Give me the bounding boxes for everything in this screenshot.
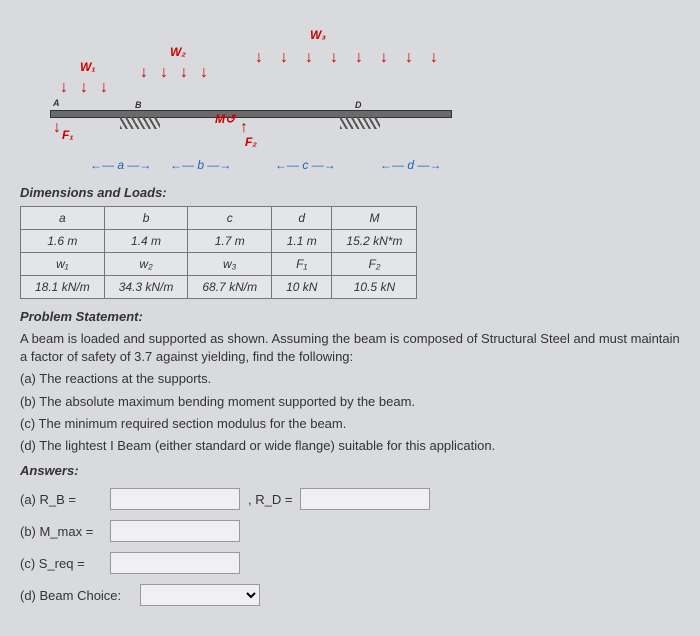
hdr-f1: F₁ — [272, 253, 332, 276]
table-row: w₁ w₂ w₃ F₁ F₂ — [21, 253, 417, 276]
rd-input[interactable] — [300, 488, 430, 510]
rb-input[interactable] — [110, 488, 240, 510]
hdr-w1: w₁ — [21, 253, 105, 276]
w3-label: W₃ — [310, 28, 326, 42]
beam-choice-select[interactable] — [140, 584, 260, 606]
val-w3: 68.7 kN/m — [188, 276, 272, 299]
hdr-d: d — [272, 207, 332, 230]
problem-heading: Problem Statement: — [20, 309, 680, 324]
hdr-f2: F₂ — [332, 253, 417, 276]
part-a: (a) The reactions at the supports. — [20, 370, 680, 388]
table-row: 18.1 kN/m 34.3 kN/m 68.7 kN/m 10 kN 10.5… — [21, 276, 417, 299]
hdr-w3: w₃ — [188, 253, 272, 276]
node-d: D — [355, 100, 362, 110]
node-b: B — [135, 100, 142, 110]
beam-body — [50, 110, 452, 118]
beam-diagram: ↓ ↓ ↓ W₁ ↓ ↓ ↓ ↓ W₂ ↓ ↓ ↓ ↓ ↓ ↓ ↓ ↓ W₃ M… — [20, 20, 460, 175]
table-row: a b c d M — [21, 207, 417, 230]
hdr-w2: w₂ — [104, 253, 188, 276]
answers-heading: Answers: — [20, 463, 680, 478]
dimensions-table: a b c d M 1.6 m 1.4 m 1.7 m 1.1 m 15.2 k… — [20, 206, 417, 299]
val-w2: 34.3 kN/m — [104, 276, 188, 299]
ans-d-label: (d) Beam Choice: — [20, 588, 140, 603]
w1-label: W₁ — [80, 60, 96, 74]
val-m: 15.2 kN*m — [332, 230, 417, 253]
val-c: 1.7 m — [188, 230, 272, 253]
ans-a-rd-label: , R_D = — [248, 492, 292, 507]
val-d: 1.1 m — [272, 230, 332, 253]
sreq-input[interactable] — [110, 552, 240, 574]
support-d — [340, 117, 380, 129]
table-row: 1.6 m 1.4 m 1.7 m 1.1 m 15.2 kN*m — [21, 230, 417, 253]
val-a: 1.6 m — [21, 230, 105, 253]
node-a: A — [53, 98, 60, 108]
val-f1: 10 kN — [272, 276, 332, 299]
ans-b-label: (b) M_max = — [20, 524, 110, 539]
hdr-a: a — [21, 207, 105, 230]
part-c: (c) The minimum required section modulus… — [20, 415, 680, 433]
hdr-c: c — [188, 207, 272, 230]
hdr-m: M — [332, 207, 417, 230]
ans-a-rb-label: (a) R_B = — [20, 492, 110, 507]
f2-label: F₂ — [245, 135, 257, 149]
ans-c-label: (c) S_req = — [20, 556, 110, 571]
val-w1: 18.1 kN/m — [21, 276, 105, 299]
problem-text: A beam is loaded and supported as shown.… — [20, 330, 680, 366]
part-d: (d) The lightest I Beam (either standard… — [20, 437, 680, 455]
part-b: (b) The absolute maximum bending moment … — [20, 393, 680, 411]
moment-label: M↺ — [215, 112, 235, 126]
val-f2: 10.5 kN — [332, 276, 417, 299]
dimensions-heading: Dimensions and Loads: — [20, 185, 680, 200]
f1-label: F₁ — [62, 128, 74, 142]
hdr-b: b — [104, 207, 188, 230]
mmax-input[interactable] — [110, 520, 240, 542]
support-b — [120, 117, 160, 129]
w2-label: W₂ — [170, 45, 186, 59]
val-b: 1.4 m — [104, 230, 188, 253]
